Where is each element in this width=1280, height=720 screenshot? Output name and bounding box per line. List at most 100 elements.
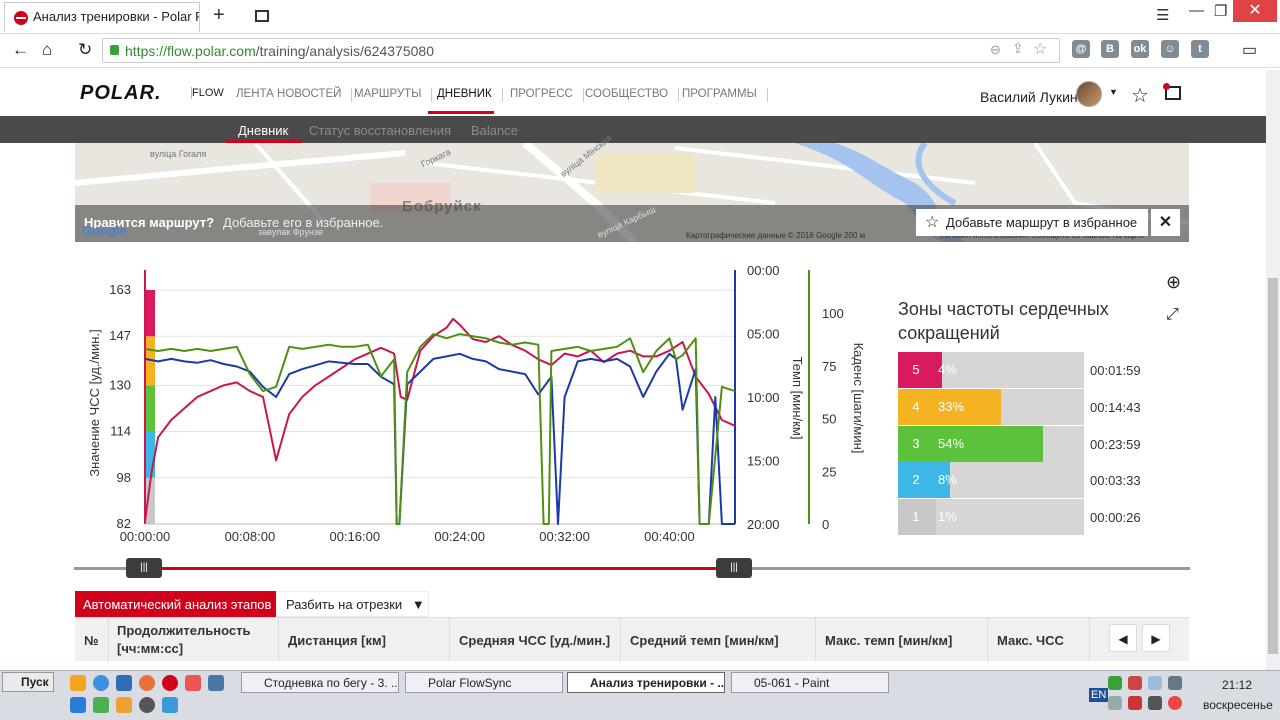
user-menu-caret-icon[interactable]: ▼ [1109, 87, 1118, 97]
address-bar[interactable]: https://flow.polar.com/training/analysis… [102, 38, 1060, 63]
start-button[interactable]: Пуск [2, 672, 54, 692]
tray-icon[interactable] [1168, 696, 1182, 710]
settings-target-icon[interactable]: ⊕ [1166, 272, 1181, 293]
pace-tick-label: 20:00 [747, 517, 780, 532]
column-divider [278, 617, 279, 661]
vk-icon[interactable] [208, 675, 224, 691]
column-divider [987, 617, 988, 661]
subnav-diary[interactable]: Дневник [238, 123, 288, 138]
subnav-recovery[interactable]: Статус восстановления [309, 123, 451, 138]
tray-icon[interactable] [1108, 676, 1122, 690]
subnav-balance[interactable]: Balance [471, 123, 518, 138]
pace-axis-label: Темп [мин/км] [790, 357, 805, 440]
column-divider [108, 617, 109, 661]
tab-title: Анализ тренировки - Polar F [33, 9, 200, 24]
opera-icon[interactable] [162, 675, 178, 691]
skype-icon[interactable] [162, 697, 178, 713]
column-header[interactable]: Средняя ЧСС [уд./мин.] [459, 632, 610, 650]
taskbar-task-active[interactable]: Анализ тренировки - ... [567, 672, 725, 693]
restore-icon[interactable]: ❐ [1214, 2, 1227, 20]
block-icon[interactable]: ⊖ [990, 42, 1001, 58]
avatar[interactable] [1076, 81, 1102, 107]
bookmark-star-icon[interactable]: ☆ [1033, 39, 1047, 59]
slider-start-handle[interactable]: ||| [126, 558, 162, 578]
ie-icon[interactable] [70, 697, 86, 713]
nav-routes[interactable]: МАРШРУТЫ [344, 88, 433, 102]
share-icon[interactable]: ⇪ [1012, 40, 1024, 57]
taskbar-task[interactable]: 05-061 - Paint [731, 672, 889, 693]
x-tick-label: 00:16:00 [329, 529, 380, 544]
close-window-icon[interactable]: ✕ [1233, 0, 1277, 22]
dropdown-caret-icon: ▼ [411, 597, 425, 612]
column-header[interactable]: Макс. ЧСС [997, 632, 1064, 650]
chat-icon[interactable]: ▭ [1242, 40, 1257, 60]
menu-icon[interactable]: ☰ [1156, 6, 1169, 24]
favorites-star-icon[interactable]: ☆ [1131, 83, 1149, 108]
scroll-left-icon[interactable]: ◀ [1109, 624, 1137, 652]
new-tab-icon[interactable]: + [213, 4, 225, 27]
vk-share-icon[interactable]: B [1101, 40, 1119, 58]
column-header[interactable]: № [84, 632, 99, 650]
tray-icon[interactable] [1128, 696, 1142, 710]
firefox-icon[interactable] [139, 675, 155, 691]
close-promo-icon[interactable]: ✕ [1151, 209, 1180, 236]
odnoklassniki-icon[interactable] [116, 697, 132, 713]
x-tick-label: 00:40:00 [644, 529, 695, 544]
add-route-favorite-button[interactable]: ☆ Добавьте маршрут в избранное [916, 209, 1148, 236]
quicklaunch-icon[interactable] [185, 675, 201, 691]
chrome-icon[interactable] [93, 675, 109, 691]
tab-list-icon[interactable] [255, 10, 269, 22]
scroll-right-icon[interactable]: ▶ [1142, 624, 1170, 652]
media-icon[interactable] [139, 697, 155, 713]
taskbar-task[interactable]: Polar FlowSync [405, 672, 563, 693]
hr-zone-band [145, 431, 155, 478]
reload-icon[interactable]: ↻ [78, 40, 92, 60]
nav-programs[interactable]: ПРОГРАММЫ [672, 88, 768, 102]
nav-active-indicator [428, 111, 494, 114]
user-name[interactable]: Василий Лукин [980, 89, 1078, 105]
mail-share-icon[interactable]: @ [1072, 40, 1090, 58]
quicklaunch-icon[interactable] [93, 697, 109, 713]
twitter-share-icon[interactable]: t [1191, 40, 1209, 58]
quicklaunch-icon[interactable] [70, 675, 86, 691]
notification-dot [1163, 83, 1170, 90]
scrollbar-thumb[interactable] [1268, 278, 1278, 654]
mymail-share-icon[interactable]: ☺ [1161, 40, 1179, 58]
nav-diary[interactable]: ДНЕВНИК [427, 88, 503, 102]
hr-tick-label: 147 [109, 328, 131, 343]
zone-percent: 8% [938, 472, 957, 487]
training-chart[interactable]: 829811413014716300:0005:0010:0015:0020:0… [75, 258, 875, 558]
clock-time[interactable]: 21:12 [1222, 678, 1252, 692]
home-icon[interactable]: ⌂ [42, 40, 52, 60]
zone-time: 00:01:59 [1090, 363, 1141, 378]
tray-icon[interactable] [1168, 676, 1182, 690]
column-header[interactable]: Макс. темп [мин/км] [825, 632, 952, 650]
hr-tick-label: 98 [117, 470, 131, 485]
language-indicator[interactable]: EN [1089, 688, 1109, 702]
lock-icon [110, 45, 119, 55]
tray-icon[interactable] [1148, 696, 1162, 710]
tray-icon[interactable] [1128, 676, 1142, 690]
tray-icon[interactable] [1148, 676, 1162, 690]
nav-community[interactable]: СООБЩЕСТВО [575, 88, 680, 102]
nav-progress[interactable]: ПРОГРЕСС [500, 88, 584, 102]
column-header[interactable]: Продолжительность [чч:мм:сс] [117, 622, 277, 658]
auto-lap-analysis-button[interactable]: Автоматический анализ этапов [75, 591, 276, 617]
zone-time: 00:00:26 [1090, 510, 1141, 525]
zone-row-5: 5 4% [898, 352, 1084, 388]
fullscreen-icon[interactable]: ⤢ [1166, 306, 1179, 324]
column-header[interactable]: Дистанция [км] [288, 632, 386, 650]
nav-news[interactable]: ЛЕНТА НОВОСТЕЙ [226, 88, 353, 102]
browser-tab[interactable]: Анализ тренировки - Polar F [4, 2, 200, 32]
taskbar-task[interactable]: Стодневка по бегу - 3. ... [241, 672, 399, 693]
column-header[interactable]: Средний темп [мин/км] [630, 632, 779, 650]
slider-end-handle[interactable]: ||| [716, 558, 752, 578]
back-icon[interactable]: ← [12, 40, 29, 60]
ok-share-icon[interactable]: ok [1131, 40, 1149, 58]
split-segments-dropdown[interactable]: Разбить на отрезки ▼ [276, 591, 429, 617]
polar-logo[interactable]: POLAR. [80, 82, 162, 105]
minimize-icon[interactable]: — [1189, 2, 1204, 19]
tray-icon[interactable] [1108, 696, 1122, 710]
quicklaunch-icon[interactable] [116, 675, 132, 691]
cadence-tick-label: 75 [822, 359, 836, 374]
